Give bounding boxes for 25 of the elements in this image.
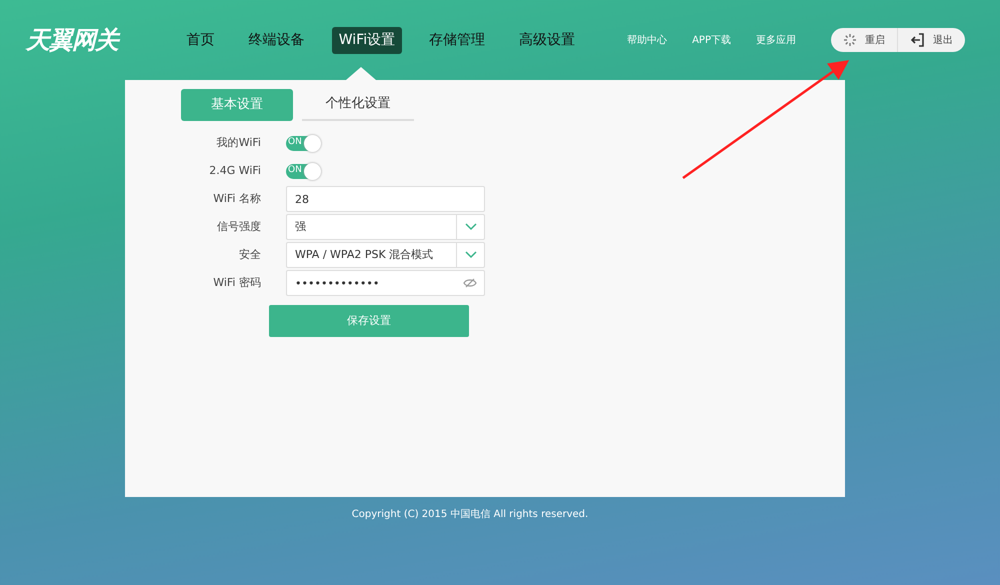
field-label: 我的WiFi xyxy=(216,134,261,151)
logo: 天翼网关 xyxy=(26,25,121,56)
action-button[interactable]: 重启 xyxy=(831,28,897,52)
nav-tab[interactable]: WiFi设置 xyxy=(332,26,402,54)
eye-slash-icon[interactable] xyxy=(463,278,477,288)
tab[interactable]: 个性化设置 xyxy=(302,89,414,121)
select-field[interactable]: 强 xyxy=(286,214,485,240)
spinner-icon xyxy=(843,33,857,47)
action-button[interactable]: 退出 xyxy=(897,28,965,52)
field-label: WiFi 密码 xyxy=(212,274,261,291)
field-label: WiFi 名称 xyxy=(212,190,261,207)
input-field[interactable]: ••••••••••••• xyxy=(286,270,485,296)
input-field[interactable]: 28 xyxy=(286,186,485,212)
field-label: 信号强度 xyxy=(216,218,261,235)
select-field[interactable]: WPA / WPA2 PSK 混合模式 xyxy=(286,242,485,268)
nav-tab[interactable]: 存储管理 xyxy=(422,26,492,54)
field-label: 安全 xyxy=(238,246,261,263)
nav-tab[interactable]: 高级设置 xyxy=(512,26,582,54)
chevron-icon xyxy=(464,223,476,231)
copyright-text: Copyright (C) 2015 中国电信 All rights reserved. xyxy=(350,508,590,522)
nav-tab[interactable]: 终端设备 xyxy=(242,26,312,54)
logout-icon xyxy=(910,33,925,47)
field-label: 2.4G WiFi xyxy=(208,162,261,179)
chevron-icon xyxy=(464,251,476,259)
nav-tab[interactable]: 首页 xyxy=(180,26,222,54)
